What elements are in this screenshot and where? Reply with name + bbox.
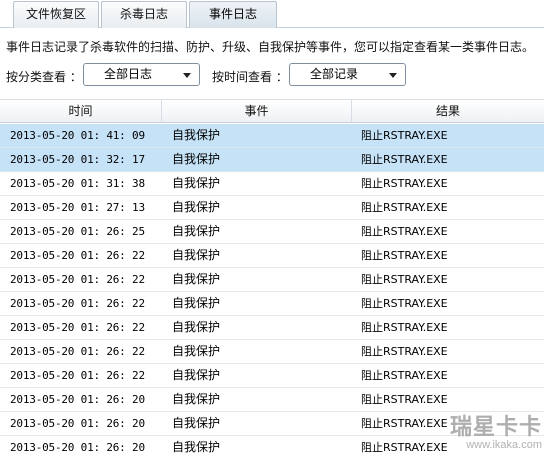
cell-event: 自我保护 — [172, 320, 221, 334]
tab-event-log[interactable]: 事件日志 — [189, 1, 277, 28]
category-select-value: 全部日志 — [104, 67, 153, 81]
cell-event: 自我保护 — [172, 272, 221, 286]
table-row[interactable]: 2013-05-20 01: 26: 22 自我保护 阻止RSTRAY.EXE — [0, 364, 544, 388]
time-filter-label: 按时间查看 ： — [212, 70, 288, 84]
cell-event: 自我保护 — [172, 224, 221, 238]
cell-event: 自我保护 — [172, 392, 221, 406]
cell-time: 2013-05-20 01: 31: 38 — [10, 177, 145, 190]
cell-time: 2013-05-20 01: 26: 22 — [10, 273, 145, 286]
cell-time: 2013-05-20 01: 26: 22 — [10, 369, 145, 382]
table-row[interactable]: 2013-05-20 01: 41: 09 自我保护 阻止RSTRAY.EXE — [0, 124, 544, 148]
cell-time: 2013-05-20 01: 26: 20 — [10, 441, 145, 454]
time-select[interactable]: 全部记录 — [289, 63, 406, 86]
cell-event: 自我保护 — [172, 368, 221, 382]
cell-event: 自我保护 — [172, 128, 221, 142]
cell-result: 阻止RSTRAY.EXE — [361, 441, 448, 454]
cell-event: 自我保护 — [172, 440, 221, 454]
cell-result: 阻止RSTRAY.EXE — [361, 249, 448, 262]
category-filter-label: 按分类查看 ： — [6, 70, 82, 84]
cell-event: 自我保护 — [172, 200, 221, 214]
cell-result: 阻止RSTRAY.EXE — [361, 225, 448, 238]
description-text: 事件日志记录了杀毒软件的扫描、防护、升级、自我保护等事件，您可以指定查看某一类事… — [6, 40, 535, 54]
cell-event: 自我保护 — [172, 296, 221, 310]
table-row[interactable]: 2013-05-20 01: 26: 22 自我保护 阻止RSTRAY.EXE — [0, 340, 544, 364]
table-row[interactable]: 2013-05-20 01: 26: 22 自我保护 阻止RSTRAY.EXE — [0, 268, 544, 292]
cell-event: 自我保护 — [172, 416, 221, 430]
tab-bar: 文件恢复区 杀毒日志 事件日志 — [0, 0, 544, 28]
table-row[interactable]: 2013-05-20 01: 26: 20 自我保护 阻止RSTRAY.EXE — [0, 412, 544, 436]
cell-time: 2013-05-20 01: 27: 13 — [10, 201, 145, 214]
chevron-down-icon — [389, 73, 397, 78]
table-row[interactable]: 2013-05-20 01: 26: 22 自我保护 阻止RSTRAY.EXE — [0, 292, 544, 316]
column-header-time[interactable]: 时间 — [0, 100, 162, 122]
cell-result: 阻止RSTRAY.EXE — [361, 129, 448, 142]
event-log-table: 时间 事件 结果 2013-05-20 01: 41: 09 自我保护 阻止RSTR… — [0, 99, 544, 459]
table-row[interactable]: 2013-05-20 01: 32: 17 自我保护 阻止RSTRAY.EXE — [0, 148, 544, 172]
time-select-value: 全部记录 — [310, 67, 359, 81]
cell-event: 自我保护 — [172, 344, 221, 358]
cell-time: 2013-05-20 01: 26: 25 — [10, 225, 145, 238]
table-body: 2013-05-20 01: 41: 09 自我保护 阻止RSTRAY.EXE 201… — [0, 124, 544, 459]
table-row[interactable]: 2013-05-20 01: 26: 20 自我保护 阻止RSTRAY.EXE — [0, 388, 544, 412]
cell-result: 阻止RSTRAY.EXE — [361, 297, 448, 310]
cell-time: 2013-05-20 01: 26: 22 — [10, 321, 145, 334]
cell-result: 阻止RSTRAY.EXE — [361, 393, 448, 406]
cell-time: 2013-05-20 01: 41: 09 — [10, 129, 145, 142]
table-row[interactable]: 2013-05-20 01: 26: 25 自我保护 阻止RSTRAY.EXE — [0, 220, 544, 244]
cell-event: 自我保护 — [172, 152, 221, 166]
category-select[interactable]: 全部日志 — [83, 63, 200, 86]
cell-event: 自我保护 — [172, 248, 221, 262]
table-row[interactable]: 2013-05-20 01: 26: 20 自我保护 阻止RSTRAY.EXE — [0, 436, 544, 459]
cell-time: 2013-05-20 01: 26: 22 — [10, 345, 145, 358]
cell-result: 阻止RSTRAY.EXE — [361, 369, 448, 382]
column-header-result[interactable]: 结果 — [352, 100, 544, 122]
cell-result: 阻止RSTRAY.EXE — [361, 273, 448, 286]
cell-event: 自我保护 — [172, 176, 221, 190]
cell-result: 阻止RSTRAY.EXE — [361, 177, 448, 190]
cell-time: 2013-05-20 01: 32: 17 — [10, 153, 145, 166]
tab-virus-log[interactable]: 杀毒日志 — [101, 1, 187, 28]
cell-result: 阻止RSTRAY.EXE — [361, 321, 448, 334]
cell-time: 2013-05-20 01: 26: 20 — [10, 393, 145, 406]
cell-result: 阻止RSTRAY.EXE — [361, 345, 448, 358]
table-row[interactable]: 2013-05-20 01: 26: 22 自我保护 阻止RSTRAY.EXE — [0, 316, 544, 340]
cell-time: 2013-05-20 01: 26: 22 — [10, 297, 145, 310]
chevron-down-icon — [183, 73, 191, 78]
table-row[interactable]: 2013-05-20 01: 26: 22 自我保护 阻止RSTRAY.EXE — [0, 244, 544, 268]
table-header: 时间 事件 结果 — [0, 99, 544, 123]
column-header-event[interactable]: 事件 — [162, 100, 352, 122]
table-row[interactable]: 2013-05-20 01: 27: 13 自我保护 阻止RSTRAY.EXE — [0, 196, 544, 220]
cell-result: 阻止RSTRAY.EXE — [361, 153, 448, 166]
tab-file-recovery[interactable]: 文件恢复区 — [13, 1, 99, 28]
cell-result: 阻止RSTRAY.EXE — [361, 201, 448, 214]
table-row[interactable]: 2013-05-20 01: 31: 38 自我保护 阻止RSTRAY.EXE — [0, 172, 544, 196]
cell-time: 2013-05-20 01: 26: 22 — [10, 249, 145, 262]
cell-time: 2013-05-20 01: 26: 20 — [10, 417, 145, 430]
cell-result: 阻止RSTRAY.EXE — [361, 417, 448, 430]
